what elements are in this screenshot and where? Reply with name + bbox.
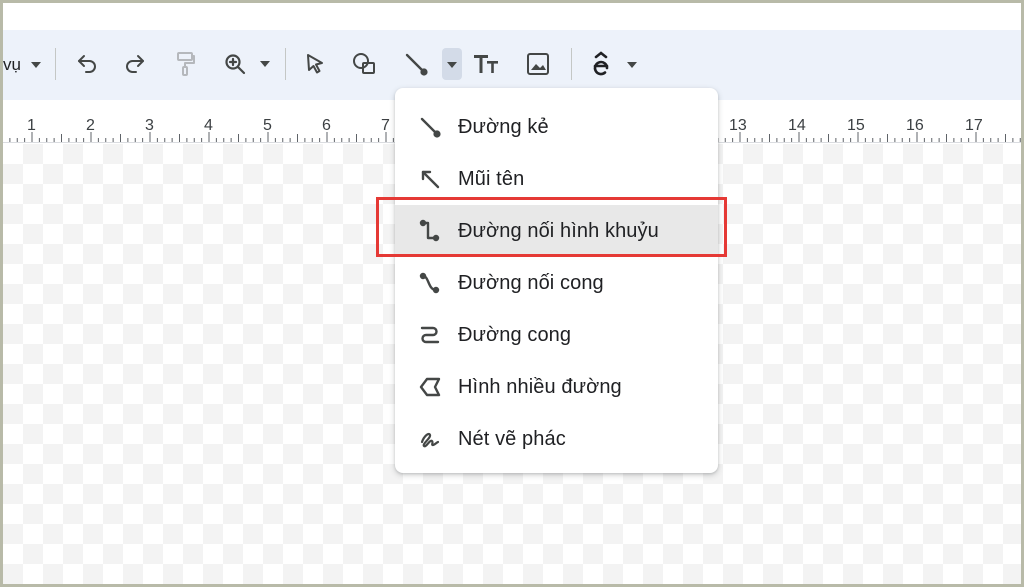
ruler-number: 1 (27, 117, 36, 134)
zoom-icon (225, 54, 246, 75)
curve-icon (417, 322, 443, 348)
ruler-number: 2 (86, 117, 95, 134)
paint-format-button[interactable] (171, 48, 199, 80)
ruler-number: 6 (322, 117, 331, 134)
menu-item-label: Đường nối hình khuỷu (458, 219, 659, 242)
menu-item-polyline[interactable]: Hình nhiều đường (395, 361, 718, 413)
menu-item-label: Đường nối cong (458, 271, 604, 294)
undo-button[interactable] (73, 48, 101, 80)
paint-format-icon (177, 52, 195, 76)
text-box-button[interactable] (471, 48, 503, 80)
ruler-number: 16 (906, 117, 924, 134)
image-icon (527, 53, 549, 75)
image-button[interactable] (523, 48, 553, 80)
line-type-menu: Đường kẻ Mũi tên Đường nối hình khuỷu Đư… (395, 88, 718, 473)
redo-button[interactable] (121, 48, 149, 80)
redo-icon (126, 55, 144, 73)
elbow-connector-icon (417, 218, 443, 244)
menu-item-arrow[interactable]: Mũi tên (395, 153, 718, 205)
ruler-number: 5 (263, 117, 272, 134)
toolbar-separator (285, 48, 286, 80)
curved-connector-icon (417, 270, 443, 296)
toolbar-separator (55, 48, 56, 80)
toolbar-separator (571, 48, 572, 80)
menu-item-scribble[interactable]: Nét vẽ phác (395, 413, 718, 465)
line-icon (405, 53, 428, 76)
ruler-number: 3 (145, 117, 154, 134)
menu-caret-icon[interactable] (31, 62, 41, 68)
cursor-icon (307, 54, 323, 74)
scribble-icon (417, 426, 443, 452)
menu-item-elbow-connector[interactable]: Đường nối hình khuỷu (395, 205, 718, 257)
menu-label[interactable]: vụ (3, 55, 21, 75)
ruler-number: 15 (847, 117, 865, 134)
ruler-number: 4 (204, 117, 213, 134)
menu-item-curve[interactable]: Đường cong (395, 309, 718, 361)
line-icon (417, 114, 443, 140)
ruler-number: 13 (729, 117, 747, 134)
menu-item-label: Đường kẻ (458, 115, 549, 138)
ruler-number: 17 (965, 117, 983, 134)
input-tools-button[interactable] (587, 48, 615, 80)
undo-icon (78, 55, 96, 73)
ruler-number: 14 (788, 117, 806, 134)
zoom-caret-icon[interactable] (260, 61, 270, 67)
line-caret-icon[interactable] (447, 62, 457, 68)
extension-icon (593, 51, 609, 76)
input-tools-caret-icon[interactable] (627, 62, 637, 68)
text-style-icon (474, 55, 498, 73)
menu-item-label: Nét vẽ phác (458, 427, 566, 450)
menu-item-label: Mũi tên (458, 167, 525, 190)
arrow-icon (417, 166, 443, 192)
menu-item-label: Hình nhiều đường (458, 375, 622, 398)
line-button[interactable] (401, 48, 431, 80)
menu-item-label: Đường cong (458, 323, 572, 346)
zoom-button[interactable] (221, 48, 249, 80)
screenshot-frame: vụ 1 2 3 4 5 6 7 13 14 15 16 17 Đường kẻ… (0, 0, 1024, 587)
select-button[interactable] (301, 48, 329, 80)
polyline-icon (417, 374, 443, 400)
shape-button[interactable] (349, 48, 381, 80)
menu-item-line[interactable]: Đường kẻ (395, 101, 718, 153)
shape-icon (353, 53, 375, 74)
ruler-number: 7 (381, 117, 390, 134)
menu-item-curved-connector[interactable]: Đường nối cong (395, 257, 718, 309)
